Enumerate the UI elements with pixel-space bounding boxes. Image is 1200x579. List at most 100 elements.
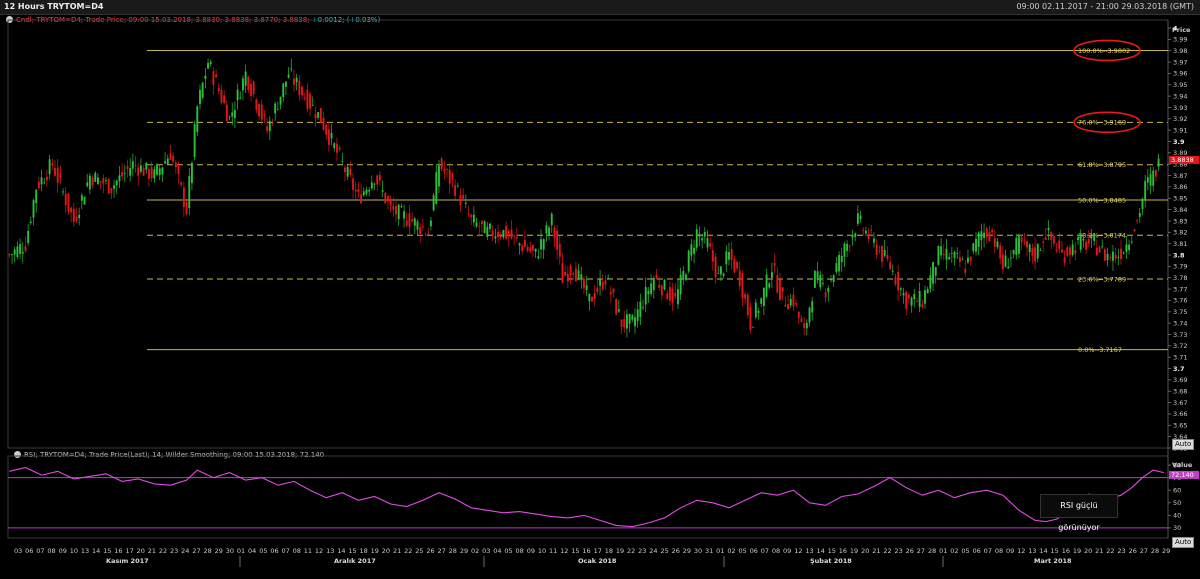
- candle-down: [583, 278, 585, 289]
- fib-level-label: 0.0%--3.7167: [1078, 346, 1122, 354]
- candle-up: [940, 246, 943, 256]
- candle-down: [378, 175, 381, 181]
- candle-down: [344, 167, 346, 173]
- candle-down: [666, 293, 669, 300]
- candle-up: [16, 246, 19, 258]
- candle-down: [591, 296, 593, 302]
- price-tick-label: 3.65: [1173, 422, 1187, 430]
- candle-down: [792, 294, 795, 307]
- candle-down: [505, 226, 508, 239]
- candle-down: [70, 207, 73, 213]
- candle-up: [647, 290, 650, 295]
- candle-up: [864, 230, 867, 234]
- candle-up: [32, 200, 35, 218]
- candle-down: [800, 318, 803, 322]
- candle-up: [518, 243, 521, 246]
- last-price-value: 3.8838: [1171, 156, 1194, 164]
- candle-down: [411, 219, 414, 222]
- x-day-label: 13: [326, 547, 334, 555]
- x-day-label: 08: [293, 547, 301, 555]
- candle-up: [416, 221, 419, 230]
- x-day-label: 21: [393, 547, 401, 555]
- candle-down: [1023, 240, 1026, 242]
- x-day-label: 30: [226, 547, 234, 555]
- candle-down: [894, 276, 897, 285]
- x-day-label: 26: [426, 547, 434, 555]
- candle-up: [236, 89, 239, 101]
- candle-up: [728, 252, 730, 260]
- candle-up: [913, 293, 916, 300]
- candle-up: [1106, 253, 1109, 261]
- candle-down: [169, 153, 172, 160]
- x-day-label: 27: [192, 547, 200, 555]
- candle-up: [717, 273, 720, 274]
- candle-up: [86, 182, 89, 187]
- candle-up: [1079, 235, 1082, 250]
- candle-down: [674, 293, 677, 297]
- x-day-label: 07: [761, 547, 769, 555]
- x-day-label: 15: [103, 547, 111, 555]
- x-day-label: 30: [694, 547, 702, 555]
- candle-down: [148, 169, 150, 179]
- candle-down: [419, 227, 422, 234]
- candle-up: [27, 231, 30, 243]
- candle-down: [247, 76, 250, 90]
- candle-up: [435, 172, 438, 204]
- price-tick-label: 3.7: [1173, 365, 1185, 373]
- candle-up: [856, 213, 859, 224]
- candle-up: [35, 189, 38, 204]
- candle-down: [24, 246, 27, 251]
- candle-down: [408, 213, 411, 227]
- x-day-label: 01: [939, 547, 947, 555]
- candle-up: [540, 239, 542, 250]
- candle-up: [105, 179, 107, 181]
- candle-up: [937, 246, 940, 265]
- x-day-label: 23: [895, 547, 903, 555]
- price-tick-label: 3.78: [1173, 274, 1187, 282]
- x-day-label: 22: [159, 547, 167, 555]
- price-tick-label: 3.75: [1173, 308, 1187, 316]
- candle-down: [448, 169, 451, 184]
- x-day-label: 20: [137, 547, 145, 555]
- candle-up: [1146, 177, 1149, 183]
- x-day-label: 18: [360, 547, 368, 555]
- x-day-label: 23: [1117, 547, 1125, 555]
- price-tick-label: 3.85: [1173, 195, 1187, 203]
- candle-down: [459, 195, 462, 206]
- x-day-label: 20: [382, 547, 390, 555]
- candle-down: [561, 263, 564, 283]
- candle-down: [497, 231, 499, 238]
- fib-level-label: 50.0%--3.8485: [1078, 196, 1126, 204]
- chart-svg[interactable]: 3.63 3.64 3.65 3.66 3.67 3.68 3.69 3.7 3.71 3.72 3…: [0, 0, 1200, 579]
- x-day-label: 19: [371, 547, 379, 555]
- candle-up: [929, 275, 932, 289]
- candle-down: [1120, 248, 1122, 259]
- x-day-label: 19: [850, 547, 858, 555]
- candle-down: [988, 231, 991, 242]
- candle-up: [1093, 234, 1096, 241]
- candle-up: [760, 298, 763, 304]
- candle-down: [593, 292, 596, 300]
- candle-down: [387, 196, 389, 202]
- candle-down: [338, 147, 341, 150]
- x-day-label: 09: [1006, 547, 1014, 555]
- candle-up: [204, 75, 207, 80]
- candle-down: [1066, 247, 1069, 256]
- candle-up: [123, 172, 126, 174]
- candle-down: [443, 169, 446, 172]
- candle-up: [754, 302, 757, 318]
- candle-up: [851, 235, 854, 238]
- x-day-label: 08: [516, 547, 524, 555]
- price-tick-label: 3.97: [1173, 58, 1187, 66]
- x-day-label: 25: [415, 547, 423, 555]
- candle-up: [284, 81, 287, 87]
- price-panel-frame: [7, 19, 1169, 449]
- candle-down: [451, 173, 454, 180]
- candle-down: [59, 173, 62, 178]
- x-day-label: 13: [81, 547, 89, 555]
- candle-up: [902, 293, 905, 296]
- candle-down: [384, 192, 387, 204]
- candle-up: [1012, 249, 1015, 255]
- candle-down: [1087, 238, 1090, 244]
- candle-up: [370, 182, 373, 189]
